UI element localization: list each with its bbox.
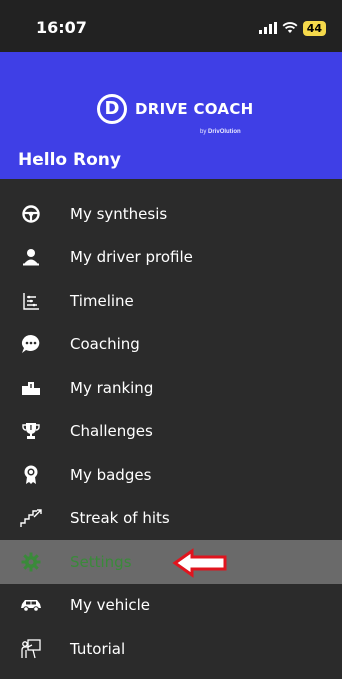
menu-label: My badges (70, 465, 152, 484)
chat-bubble-icon (20, 333, 42, 355)
trophy-icon (20, 420, 42, 442)
gear-icon (20, 551, 42, 573)
menu-label: Timeline (70, 291, 134, 310)
menu-item-streak-of-hits[interactable]: Streak of hits (0, 497, 342, 541)
menu-item-coaching[interactable]: Coaching (0, 323, 342, 367)
logo-by-brand: DrivOlution (208, 129, 241, 135)
menu-label: My vehicle (70, 596, 151, 615)
menu-item-challenges[interactable]: Challenges (0, 410, 342, 454)
stairs-icon (20, 507, 42, 529)
menu-item-my-ranking[interactable]: My ranking (0, 366, 342, 410)
teacher-board-icon (20, 638, 42, 660)
side-menu: My synthesis My driver profile Timeline … (0, 192, 342, 671)
signal-icon (258, 22, 277, 34)
greeting: Hello Rony (18, 150, 121, 170)
status-bar: 16:07 44 (0, 0, 342, 52)
menu-item-settings[interactable]: Settings (0, 540, 342, 584)
menu-label: My synthesis (70, 204, 168, 223)
menu-item-timeline[interactable]: Timeline (0, 279, 342, 323)
menu-label: Streak of hits (70, 509, 170, 528)
menu-label: Settings (70, 552, 132, 571)
menu-label: My ranking (70, 378, 154, 397)
logo-d-icon: D (97, 94, 127, 124)
menu-item-my-driver-profile[interactable]: My driver profile (0, 236, 342, 280)
drive-coach-logo: D DRIVE COACH (97, 94, 254, 124)
status-time: 16:07 (36, 18, 87, 37)
logo-by-prefix: by (200, 129, 207, 135)
battery-indicator: 44 (302, 20, 326, 36)
menu-label: Challenges (70, 422, 153, 441)
menu-item-my-vehicle[interactable]: My vehicle (0, 584, 342, 628)
logo-byline: by DrivOlution (200, 129, 241, 135)
podium-icon (20, 377, 42, 399)
user-icon (20, 246, 42, 268)
menu-label: Coaching (70, 335, 140, 354)
wifi-icon (282, 22, 298, 33)
menu-label: Tutorial (70, 639, 126, 658)
steering-wheel-icon (20, 203, 42, 225)
status-icons: 44 (258, 20, 326, 36)
badge-icon (20, 464, 42, 486)
menu-label: My driver profile (70, 248, 193, 267)
timeline-icon (20, 290, 42, 312)
red-arrow-annotation-icon (172, 548, 227, 578)
drawer-header: D DRIVE COACH by DrivOlution Hello Rony (0, 52, 342, 179)
menu-item-my-synthesis[interactable]: My synthesis (0, 192, 342, 236)
car-icon (20, 594, 42, 616)
menu-item-tutorial[interactable]: Tutorial (0, 627, 342, 671)
logo-text: DRIVE COACH (135, 100, 254, 118)
menu-item-my-badges[interactable]: My badges (0, 453, 342, 497)
